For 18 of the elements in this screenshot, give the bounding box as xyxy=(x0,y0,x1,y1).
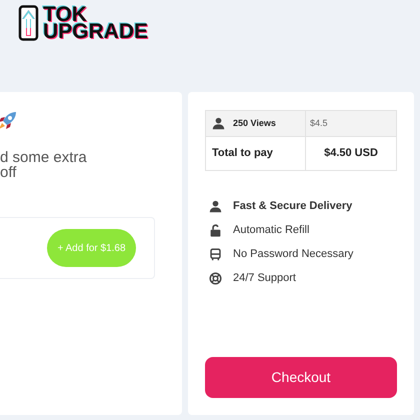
promo-text: d some extra xyxy=(0,150,88,165)
lock-icon xyxy=(209,224,222,236)
bus-icon xyxy=(209,248,222,260)
user-icon xyxy=(212,117,225,130)
promo-text: off xyxy=(0,165,18,180)
logo-text: UPGRADE xyxy=(43,23,148,40)
lifebuoy-icon xyxy=(209,272,222,284)
item-label: 250 Views xyxy=(233,116,276,130)
feature-text: Fast & Secure Delivery xyxy=(233,198,352,214)
feature-text: 24/7 Support xyxy=(233,270,296,286)
user-icon xyxy=(209,200,222,212)
feature-text: No Password Necessary xyxy=(233,246,354,262)
checkout-button[interactable]: Checkout xyxy=(205,357,397,398)
logo-text: TOK xyxy=(43,6,87,23)
feature-text: Automatic Refill xyxy=(233,222,310,238)
total-label: Total to pay xyxy=(212,146,273,162)
item-price: $4.5 xyxy=(310,116,328,130)
total-price: $4.50 USD xyxy=(324,146,378,162)
